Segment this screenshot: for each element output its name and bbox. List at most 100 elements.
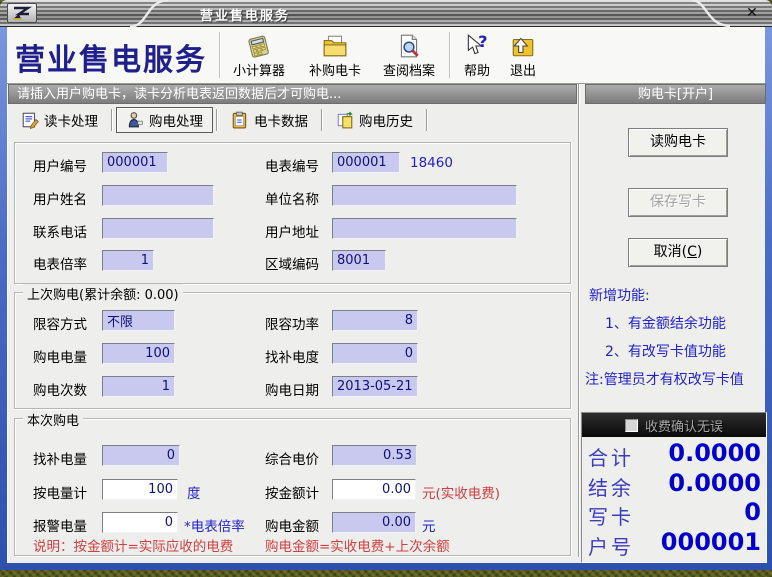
feature-note: 新增功能:	[589, 285, 650, 305]
total-label: 户号	[588, 531, 634, 560]
help-cursor-icon: ?	[464, 33, 490, 59]
unit-price-input[interactable]	[332, 445, 417, 466]
field-label: 用户地址	[265, 221, 319, 241]
tab-purchase-history[interactable]: 购电历史	[326, 107, 423, 133]
app-logo	[7, 3, 37, 23]
cancel-button[interactable]: 取消(C)	[628, 238, 728, 267]
field-label: 电表倍率	[33, 253, 87, 273]
exit-button[interactable]: 退出	[501, 30, 545, 82]
toolbar-button-label: 帮助	[464, 60, 490, 79]
confirm-bar: 收费确认无误	[582, 413, 766, 437]
history-pages-icon	[336, 111, 354, 129]
field-label: 用户编号	[33, 155, 87, 175]
field-label: 按金额计	[265, 482, 319, 502]
field-label: 综合电价	[265, 448, 319, 468]
toolbar-button-label: 补购电卡	[309, 60, 361, 79]
field-label: 购电日期	[265, 379, 319, 399]
note-left: 说明：按金额计=实际应收的电费	[33, 535, 233, 555]
side-panel-title: 购电卡[开户]	[638, 87, 713, 102]
app-title: 营业售电服务	[15, 35, 207, 79]
total-value: 0	[744, 498, 761, 526]
field-label: 按电量计	[33, 482, 87, 502]
toolbar-button-label: 退出	[510, 60, 536, 79]
repurchase-card-button[interactable]: 补购电卡	[299, 30, 371, 82]
toolbar-separator	[449, 32, 451, 78]
totals-panel: 收费确认无误 合计 0.0000 结余 0.0000 写卡 0 户号 00000…	[581, 412, 767, 563]
group-title: 上次购电(累计余额: 0.00)	[23, 284, 183, 303]
area-code-input[interactable]	[332, 250, 386, 271]
purchase-date-input[interactable]	[332, 376, 418, 397]
exit-icon	[510, 33, 536, 59]
tab-label: 购电历史	[359, 110, 413, 130]
toolbar-button-label: 查阅档案	[383, 60, 435, 79]
tab-card-data[interactable]: 电卡数据	[221, 107, 318, 133]
view-archives-button[interactable]: 查阅档案	[373, 30, 445, 82]
confirm-checkbox[interactable]	[625, 419, 638, 432]
toolbar-separator	[219, 32, 221, 78]
field-label: 购电次数	[33, 379, 87, 399]
titlebar-swoosh-right	[690, 0, 732, 27]
archive-search-icon	[396, 33, 422, 59]
field-label: 限容功率	[265, 313, 319, 333]
read-card-icon	[21, 111, 39, 129]
purchase-kwh-input[interactable]	[102, 343, 175, 364]
field-label: 用户姓名	[33, 188, 87, 208]
status-bar: 请插入用户购电卡，读卡分析电表返回数据后才可购电...	[8, 84, 577, 104]
total-row: 结余 0.0000	[588, 469, 761, 497]
field-label: 联系电话	[33, 221, 87, 241]
close-button[interactable]: ✕	[742, 4, 762, 22]
read-card-button[interactable]: 读购电卡	[628, 128, 728, 157]
field-label: 限容方式	[33, 313, 87, 333]
total-row: 写卡 0	[588, 498, 761, 526]
purchase-amount-input[interactable]	[332, 512, 416, 533]
field-label: 购电金额	[265, 515, 319, 535]
total-value: 000001	[661, 528, 761, 556]
user-name-input[interactable]	[102, 185, 214, 206]
alarm-kwh-input[interactable]	[102, 512, 178, 533]
logo-icon	[11, 6, 33, 20]
unit-text: 元	[422, 515, 436, 535]
person-icon	[126, 111, 144, 129]
purchase-count-input[interactable]	[102, 376, 175, 397]
limit-mode-input[interactable]	[102, 310, 175, 331]
tab-separator	[321, 109, 323, 131]
limit-power-input[interactable]	[332, 310, 418, 331]
tab-label: 购电处理	[149, 110, 203, 130]
tab-read-card[interactable]: 读卡处理	[11, 107, 108, 133]
cur-adjust-kwh-input[interactable]	[102, 445, 180, 466]
clipboard-icon	[231, 111, 249, 129]
meter-no-input[interactable]	[332, 152, 400, 173]
field-label: 购电电量	[33, 346, 87, 366]
by-kwh-input[interactable]	[102, 479, 178, 500]
field-label: 区域编码	[265, 253, 319, 273]
total-label: 结余	[588, 472, 634, 501]
titlebar-swoosh-left	[128, 0, 170, 27]
help-button[interactable]: ? 帮助	[455, 30, 499, 82]
by-amount-input[interactable]	[332, 479, 416, 500]
field-label: 报警电量	[33, 515, 87, 535]
save-write-card-button[interactable]: 保存写卡	[628, 188, 728, 217]
tab-label: 电卡数据	[254, 110, 308, 130]
unit-name-input[interactable]	[332, 185, 517, 206]
phone-input[interactable]	[102, 218, 214, 239]
total-value: 0.0000	[668, 439, 761, 467]
total-value: 0.0000	[668, 469, 761, 497]
field-label: 单位名称	[265, 188, 319, 208]
tab-purchase-processing[interactable]: 购电处理	[116, 107, 213, 133]
field-label: 电表编号	[265, 155, 319, 175]
calculator-button[interactable]: 小计算器	[223, 30, 295, 82]
meter-ratio-input[interactable]	[102, 250, 154, 271]
unit-text: *电表倍率	[184, 515, 245, 535]
user-no-input[interactable]	[102, 152, 168, 173]
main-toolbar: 营业售电服务 小计算器	[7, 27, 765, 84]
total-row: 户号 000001	[588, 528, 761, 556]
feature-note: 1、有金额结余功能	[605, 313, 726, 333]
feature-note: 2、有改写卡值功能	[605, 341, 726, 361]
adjust-kwh-input[interactable]	[332, 343, 418, 364]
address-input[interactable]	[332, 218, 517, 239]
window-content: 营业售电服务 小计算器	[7, 27, 765, 563]
panel-divider	[578, 84, 580, 557]
field-label: 找补电量	[33, 448, 87, 468]
window-title: 营业售电服务	[200, 5, 290, 24]
unit-text: 度	[187, 482, 201, 502]
